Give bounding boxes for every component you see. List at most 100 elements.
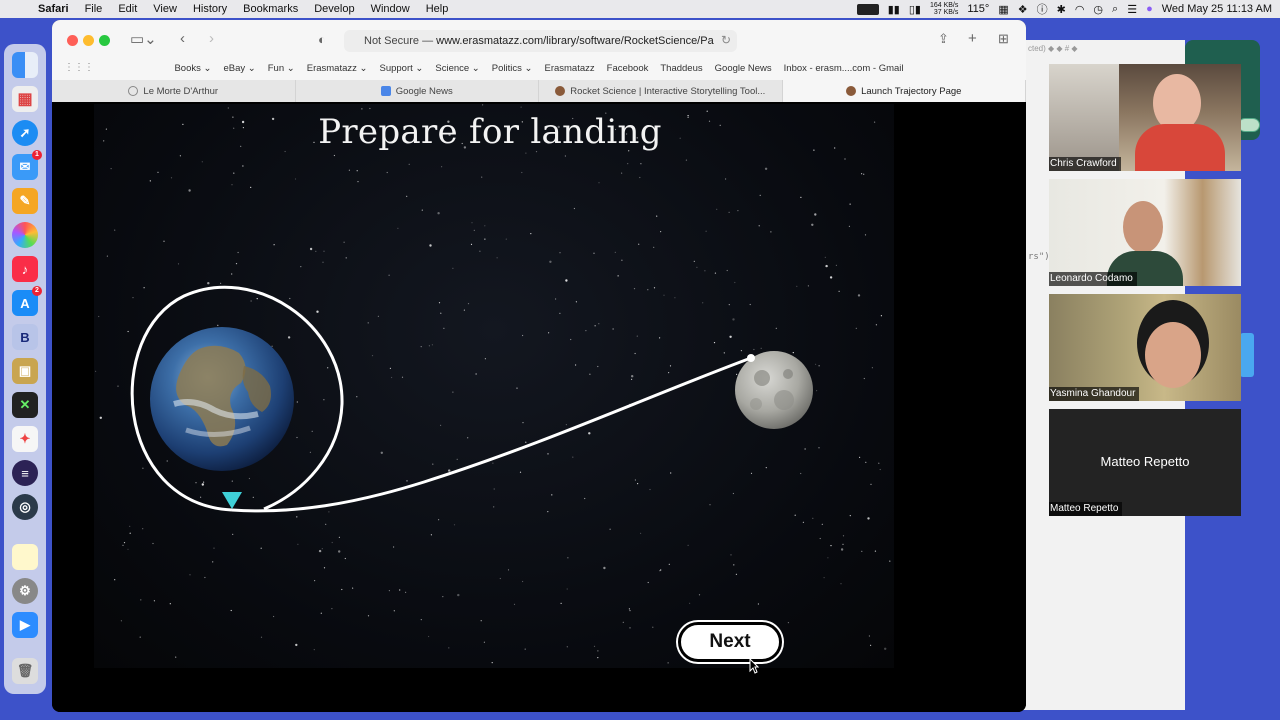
- star: [114, 229, 116, 231]
- share-icon[interactable]: ⇪: [938, 31, 949, 47]
- tab-rocket-science[interactable]: Rocket Science | Interactive Storytellin…: [539, 80, 783, 102]
- pages-icon[interactable]: ✎: [12, 188, 38, 214]
- menu-view[interactable]: View: [145, 3, 185, 15]
- menu-help[interactable]: Help: [418, 3, 457, 15]
- time-machine-icon[interactable]: ◷: [1093, 3, 1103, 16]
- star: [815, 363, 817, 365]
- star: [296, 401, 298, 403]
- star: [393, 546, 395, 548]
- dropbox-icon[interactable]: ❖: [1018, 3, 1028, 16]
- photos-icon[interactable]: [12, 222, 38, 248]
- bluetooth-icon[interactable]: ✱: [1057, 3, 1066, 16]
- next-button[interactable]: Next: [678, 622, 782, 662]
- bookmark-gmail[interactable]: Inbox - erasm....com - Gmail: [778, 63, 910, 74]
- system-preferences-icon[interactable]: ⚙: [12, 578, 38, 604]
- mouse-cursor-icon: [749, 658, 759, 674]
- music-icon[interactable]: ♪: [12, 256, 38, 282]
- notes-icon[interactable]: [12, 544, 38, 570]
- bookmark-google-news[interactable]: Google News: [709, 63, 778, 74]
- spotlight-icon[interactable]: ⌕: [1112, 3, 1118, 16]
- participant-tile[interactable]: Leonardo Codamo: [1049, 179, 1241, 286]
- bookmark-ebay[interactable]: eBay ⌄: [217, 63, 261, 74]
- star: [442, 596, 444, 598]
- star: [519, 471, 522, 473]
- back-icon[interactable]: ‹: [180, 30, 185, 47]
- bookmark-erasmatazz[interactable]: Erasmatazz: [538, 63, 600, 74]
- menu-develop[interactable]: Develop: [306, 3, 362, 15]
- quicktime-icon[interactable]: ◎: [12, 494, 38, 520]
- star: [855, 327, 857, 329]
- bbedit-icon[interactable]: B: [12, 324, 38, 350]
- bookmark-erasmatazz-folder[interactable]: Erasmatazz ⌄: [301, 63, 374, 74]
- sidebar-icon[interactable]: ▭⌄: [130, 30, 157, 48]
- tab-launch-trajectory[interactable]: Launch Trajectory Page: [782, 80, 1026, 102]
- reload-icon[interactable]: ↻: [721, 33, 731, 47]
- star: [287, 336, 291, 339]
- star: [597, 365, 599, 368]
- star: [759, 194, 761, 196]
- gpu-icon[interactable]: ▦: [998, 3, 1008, 16]
- siri-icon[interactable]: ●: [1146, 3, 1153, 15]
- zoom-window-button[interactable]: [99, 35, 110, 46]
- close-window-button[interactable]: [67, 35, 78, 46]
- trash-icon[interactable]: 🗑: [12, 658, 38, 684]
- new-tab-icon[interactable]: +: [968, 30, 977, 47]
- network-speed[interactable]: 164 KB/s 37 KB/s: [930, 2, 958, 16]
- zoom-icon[interactable]: ▶: [12, 612, 38, 638]
- participant-tile[interactable]: Chris Crawford: [1049, 64, 1241, 171]
- address-bar[interactable]: Not Secure — www.erasmatazz.com/library/…: [344, 30, 737, 52]
- menu-history[interactable]: History: [185, 3, 235, 15]
- star: [824, 256, 826, 258]
- launchpad-icon[interactable]: ▦: [12, 86, 38, 112]
- mail-icon[interactable]: ✉ 1: [12, 150, 42, 180]
- bookmark-support[interactable]: Support ⌄: [374, 63, 430, 74]
- safari-icon[interactable]: ➚: [12, 120, 38, 146]
- preview-icon[interactable]: ▣: [12, 358, 38, 384]
- bookmark-thaddeus[interactable]: Thaddeus: [654, 63, 708, 74]
- app-store-icon[interactable]: A2: [12, 286, 42, 316]
- bookmark-science[interactable]: Science ⌄: [429, 63, 485, 74]
- menu-window[interactable]: Window: [363, 3, 418, 15]
- star: [603, 566, 606, 570]
- temperature-reading[interactable]: 115°: [967, 3, 989, 15]
- star: [212, 561, 214, 563]
- star: [140, 599, 142, 601]
- bookmark-facebook[interactable]: Facebook: [601, 63, 655, 74]
- finder-icon[interactable]: [12, 52, 38, 78]
- star: [570, 338, 572, 341]
- bookmark-fun[interactable]: Fun ⌄: [262, 63, 301, 74]
- xmind-icon[interactable]: ✕: [12, 392, 38, 418]
- menu-file[interactable]: File: [77, 3, 111, 15]
- star: [393, 610, 395, 612]
- bookmark-books[interactable]: Books ⌄: [168, 63, 217, 74]
- wifi-icon[interactable]: ◠: [1075, 3, 1085, 16]
- info-icon[interactable]: ⓘ: [1037, 1, 1048, 17]
- bookmarks-grid-icon[interactable]: ⋮⋮⋮: [64, 62, 94, 73]
- star: [189, 574, 191, 576]
- tab-overview-icon[interactable]: ⊞: [998, 31, 1009, 47]
- participant-tile[interactable]: Matteo Repetto Matteo Repetto: [1049, 409, 1241, 516]
- star: [327, 367, 329, 369]
- clock[interactable]: Wed May 25 11:13 AM: [1162, 3, 1272, 15]
- tab-google-news[interactable]: Google News: [296, 80, 539, 102]
- menu-app[interactable]: Safari: [30, 3, 77, 15]
- star: [318, 549, 322, 553]
- tab-le-morte-darthur[interactable]: Le Morte D'Arthur: [52, 80, 296, 102]
- menu-edit[interactable]: Edit: [110, 3, 145, 15]
- privacy-shield-icon[interactable]: ◐: [318, 32, 326, 47]
- participant-tile[interactable]: Yasmina Ghandour: [1049, 294, 1241, 401]
- pixelmator-icon[interactable]: ✦: [12, 426, 38, 452]
- star: [343, 241, 345, 243]
- display-icon[interactable]: [856, 3, 879, 15]
- memory-icon[interactable]: ▯▮: [909, 3, 921, 16]
- control-center-icon[interactable]: ☰: [1127, 3, 1137, 16]
- star: [369, 107, 371, 110]
- minimize-window-button[interactable]: [83, 35, 94, 46]
- star: [634, 479, 637, 481]
- menu-bookmarks[interactable]: Bookmarks: [235, 3, 306, 15]
- cpu-icon[interactable]: ▮▮: [888, 3, 900, 16]
- star: [621, 172, 623, 174]
- eclipse-icon[interactable]: ≡: [12, 460, 38, 486]
- forward-icon[interactable]: ›: [209, 30, 214, 47]
- bookmark-politics[interactable]: Politics ⌄: [486, 63, 539, 74]
